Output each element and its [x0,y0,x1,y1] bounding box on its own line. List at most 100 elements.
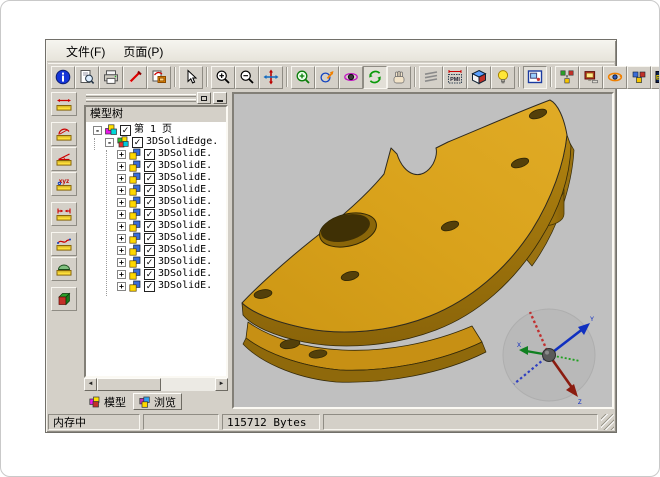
layers-button[interactable] [419,66,443,89]
animation-button[interactable] [603,66,627,89]
about-button[interactable] [51,66,75,89]
collapse-icon[interactable]: - [105,138,114,147]
tree-item-assembly[interactable]: -✓3DSolidEdge. [86,136,226,148]
expand-icon[interactable]: + [117,150,126,159]
expand-icon[interactable]: + [117,282,126,291]
expand-icon[interactable]: + [117,162,126,171]
viewport-3d[interactable]: X Y Z [232,92,614,409]
spin-button[interactable] [363,66,387,89]
tree-item-label: 3DSolidE. [158,208,212,220]
view-3d-button[interactable] [467,66,491,89]
rotate-icon [343,69,359,85]
visibility-checkbox[interactable]: ✓ [144,185,155,196]
tree-item-part[interactable]: +✓3DSolidE. [86,256,226,268]
tree-item-part[interactable]: +✓3DSolidE. [86,148,226,160]
visibility-checkbox[interactable]: ✓ [144,269,155,280]
visibility-checkbox[interactable]: ✓ [120,125,131,136]
expand-icon[interactable]: + [117,270,126,279]
menu-page[interactable]: 页面(P) [114,41,172,62]
measure-curve-button[interactable] [51,232,77,256]
expand-icon[interactable]: + [117,222,126,231]
visibility-checkbox[interactable]: ✓ [144,257,155,268]
resize-grip[interactable] [601,414,614,430]
expand-icon[interactable]: + [117,186,126,195]
measure-area-button[interactable] [51,257,77,281]
expand-icon[interactable]: + [117,198,126,207]
lighting-button[interactable] [491,66,515,89]
visibility-checkbox[interactable]: ✓ [144,173,155,184]
scroll-thumb[interactable] [97,378,161,391]
check-icon: ✓ [146,210,154,220]
measure-area-icon [56,261,72,277]
print-preview-button[interactable] [75,66,99,89]
visibility-checkbox[interactable]: ✓ [144,245,155,256]
tree-item-part[interactable]: +✓3DSolidE. [86,172,226,184]
tab-browse[interactable]: 浏览 [133,393,182,410]
visibility-checkbox[interactable]: ✓ [144,197,155,208]
collapse-icon[interactable]: - [93,126,102,135]
assembly-button[interactable] [627,66,651,89]
visibility-checkbox[interactable]: ✓ [144,221,155,232]
measure-gap-button[interactable] [51,202,77,226]
expand-icon[interactable]: + [117,258,126,267]
tree-item-part[interactable]: +✓3DSolidE. [86,220,226,232]
visibility-checkbox[interactable]: ✓ [144,149,155,160]
part-icon [129,268,141,280]
measure-volume-button[interactable] [51,287,77,311]
zoom-dynamic-button[interactable] [315,66,339,89]
expand-icon[interactable]: + [117,174,126,183]
annotate-button[interactable] [123,66,147,89]
tree-item-label: 第 1 页 [134,124,172,136]
tree-item-part[interactable]: +✓3DSolidE. [86,184,226,196]
zoom-window-button[interactable] [291,66,315,89]
tab-model[interactable]: 模型 [84,393,131,410]
pmi-icon: PMI [447,69,463,85]
tree-item-part[interactable]: +✓3DSolidE. [86,268,226,280]
tree-item-part[interactable]: +✓3DSolidE. [86,232,226,244]
check-icon: ✓ [146,198,154,208]
tree-item-part[interactable]: +✓3DSolidE. [86,280,226,292]
measure-distance-button[interactable] [51,92,77,116]
visibility-checkbox[interactable]: ✓ [144,281,155,292]
pmi-button[interactable]: PMI [443,66,467,89]
menu-file[interactable]: 文件(F) [57,41,114,62]
expand-icon[interactable]: + [117,246,126,255]
part-icon [129,256,141,268]
tree-item-label: 3DSolidE. [158,244,212,256]
pane-maximize-button[interactable] [197,92,211,104]
zoom-fit-button[interactable] [259,66,283,89]
tree-item-part[interactable]: + ✓ 3DSolidE. [86,208,226,220]
tree-item-part[interactable]: +✓3DSolidE. [86,196,226,208]
rotate-view-button[interactable] [339,66,363,89]
tree-horizontal-scrollbar[interactable]: ◄ ► [84,378,228,391]
tree-item-part[interactable]: + ✓3DSolidE. [86,244,226,256]
visibility-checkbox[interactable]: ✓ [132,137,143,148]
print-button[interactable] [99,66,123,89]
zoom-out-button[interactable] [235,66,259,89]
scroll-right-icon: ► [219,381,225,387]
visibility-checkbox[interactable]: ✓ [144,209,155,220]
pan-button[interactable] [387,66,411,89]
expand-icon[interactable]: + [117,234,126,243]
zoom-in-icon [215,69,231,85]
scroll-right-button[interactable]: ► [215,378,228,391]
viewport-mode-button[interactable] [523,66,547,89]
pane-header[interactable] [84,92,228,105]
measure-angle-button[interactable] [51,147,77,171]
explode-button[interactable] [555,66,579,89]
tree-item-part[interactable]: +✓3DSolidE. [86,160,226,172]
tree-item-page[interactable]: - ✓第 1 页 [86,124,226,136]
bom-button[interactable]: BOM [651,66,660,89]
visibility-checkbox[interactable]: ✓ [144,161,155,172]
measure-coordinate-button[interactable]: xyz [51,172,77,196]
measure-radius-button[interactable] [51,122,77,146]
workstation-button[interactable] [579,66,603,89]
check-icon: ✓ [146,162,154,172]
zoom-in-button[interactable] [211,66,235,89]
visibility-checkbox[interactable]: ✓ [144,233,155,244]
snapshot-button[interactable] [147,66,171,89]
scroll-left-button[interactable]: ◄ [84,378,97,391]
select-button[interactable] [179,66,203,89]
expand-icon[interactable]: + [117,210,126,219]
pane-hide-button[interactable] [213,92,227,104]
